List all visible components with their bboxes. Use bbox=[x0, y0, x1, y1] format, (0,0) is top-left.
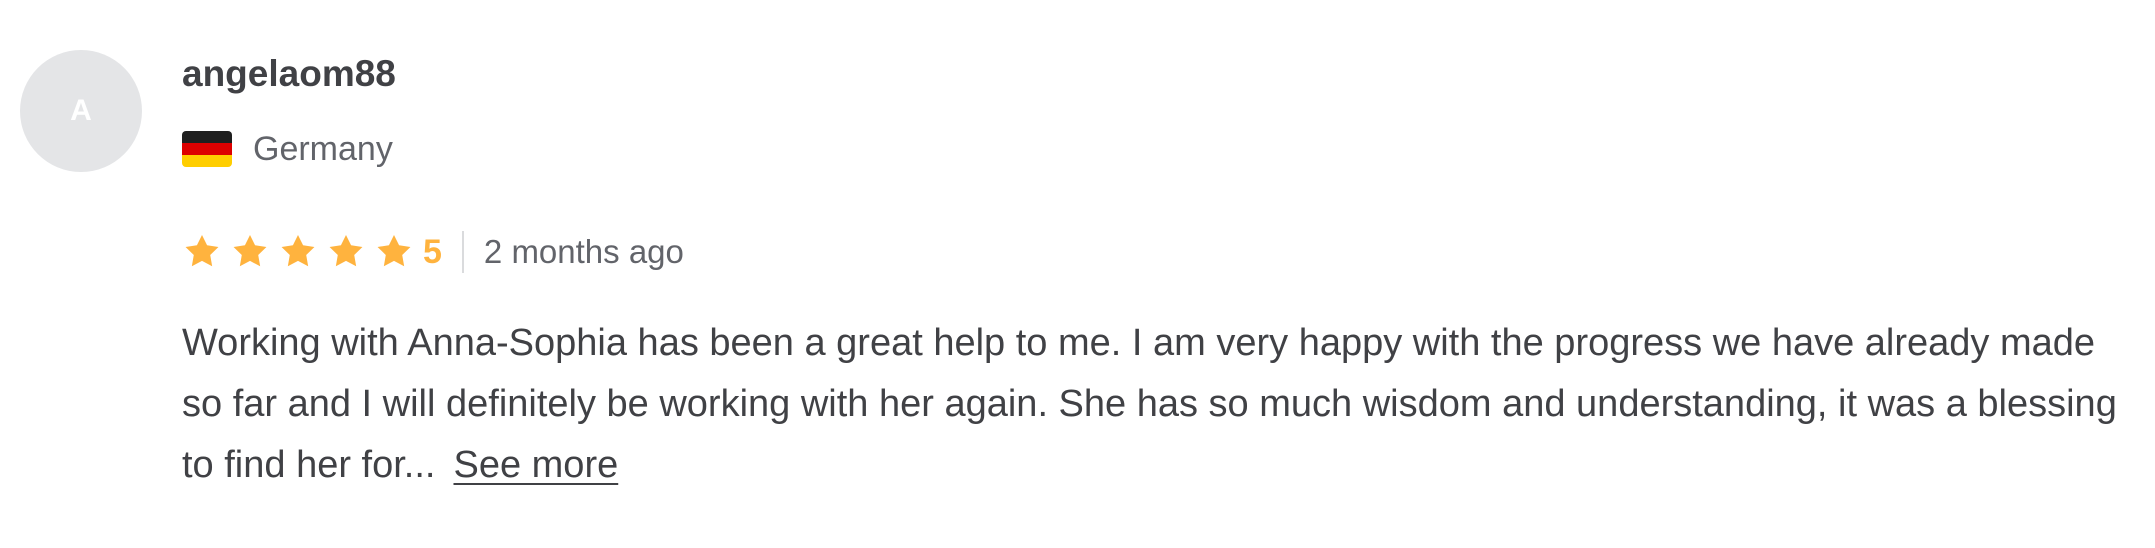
avatar-letter: A bbox=[70, 94, 92, 127]
star-icon bbox=[374, 232, 414, 272]
star-icon bbox=[278, 232, 318, 272]
country-row: Germany bbox=[182, 127, 393, 171]
see-more-link[interactable]: See more bbox=[453, 444, 618, 486]
germany-flag-icon bbox=[182, 131, 232, 167]
rating-divider bbox=[461, 231, 464, 273]
review-time: 2 months ago bbox=[483, 233, 684, 270]
rating-row: 5 2 months ago bbox=[182, 226, 684, 278]
star-icon bbox=[230, 232, 270, 272]
avatar[interactable]: A bbox=[20, 50, 142, 172]
rating-value: 5 bbox=[423, 233, 442, 271]
star-icon bbox=[182, 232, 222, 272]
username[interactable]: angelaom88 bbox=[182, 50, 396, 98]
review-card: A angelaom88 Germany 5 2 months ago Work… bbox=[0, 0, 2155, 548]
country-name: Germany bbox=[253, 130, 393, 168]
review-text-block: Working with Anna-Sophia has been a grea… bbox=[182, 313, 2132, 496]
star-icon bbox=[326, 232, 366, 272]
